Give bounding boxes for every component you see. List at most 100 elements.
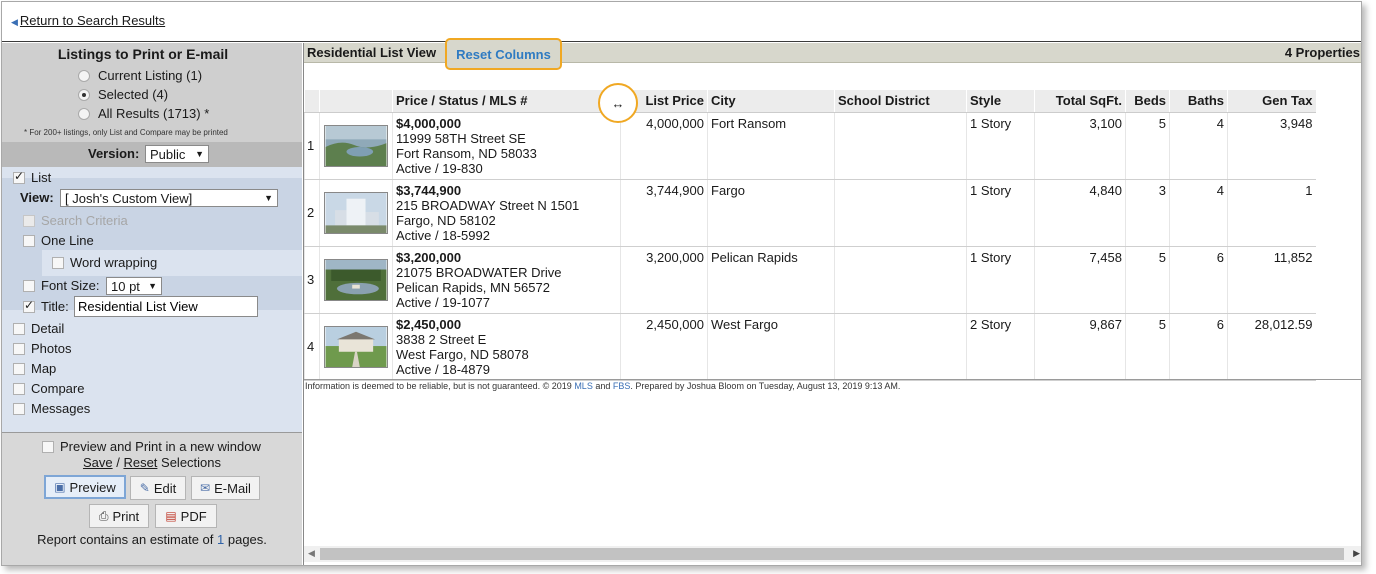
option-detail[interactable]: Detail	[13, 321, 64, 336]
option-one-line[interactable]: One Line	[23, 233, 94, 248]
col-header-photo	[319, 90, 393, 113]
radio-button[interactable]	[78, 107, 90, 120]
option-search-criteria: Search Criteria	[23, 213, 128, 228]
report-options-panel: List View: [ Josh's Custom View]▼ Search…	[2, 167, 302, 432]
title-input[interactable]	[74, 296, 258, 317]
printer-icon: ⎙	[98, 508, 109, 523]
checkbox[interactable]	[13, 402, 25, 415]
pdf-button[interactable]: ▤ PDF	[155, 504, 217, 528]
table-row[interactable]: 3 $3,200,000 21075 BROADWATER Drive Pelica…	[304, 246, 1316, 314]
sqft-cell: 9,867	[1034, 313, 1126, 381]
mls-link[interactable]: MLS	[574, 381, 593, 391]
listing-photo[interactable]	[319, 246, 393, 314]
gen-tax-cell: 11,852	[1227, 246, 1316, 314]
report-title: Residential List View	[307, 45, 437, 60]
return-to-search-link[interactable]: ◀ Return to Search Results	[11, 13, 165, 28]
school-district-cell	[834, 313, 967, 381]
beds-cell: 5	[1125, 112, 1170, 180]
checkbox[interactable]	[23, 279, 35, 292]
radio-current-listing[interactable]: Current Listing (1)	[78, 68, 202, 83]
col-header-style[interactable]: Style	[966, 90, 1035, 113]
col-header-gen-tax[interactable]: Gen Tax	[1227, 90, 1316, 113]
save-selections-link[interactable]: Save	[83, 455, 113, 470]
lakeside-home-photo	[324, 258, 388, 301]
option-map[interactable]: Map	[13, 361, 56, 376]
col-header-school-district[interactable]: School District	[834, 90, 967, 113]
limit-note: * For 200+ listings, only List and Compa…	[24, 128, 228, 137]
school-district-cell	[834, 112, 967, 180]
gen-tax-cell: 28,012.59	[1227, 313, 1316, 381]
baths-cell: 6	[1169, 313, 1228, 381]
checkbox[interactable]	[42, 440, 54, 453]
style-cell: 1 Story	[966, 112, 1035, 180]
table-row[interactable]: 2 $3,744,900 215 BROADWAY Street N 1501 Fa…	[304, 179, 1316, 247]
tower-building-photo	[324, 191, 388, 234]
top-bar: ◀ Return to Search Results	[2, 2, 1361, 42]
list-price-cell: 3,744,900	[620, 179, 708, 247]
dropdown-arrow-icon: ▼	[264, 193, 273, 203]
horizontal-scrollbar[interactable]: ◀ ▶	[304, 546, 1361, 562]
save-reset-line: Save / Reset Selections	[82, 455, 222, 470]
checkbox-disabled	[23, 214, 35, 227]
email-button[interactable]: ✉ E-Mail	[191, 476, 260, 500]
city-cell: Fargo	[707, 179, 835, 247]
price-status-cell: $3,200,000 21075 BROADWATER Drive Pelican …	[392, 246, 621, 314]
lake-view-photo	[324, 124, 388, 167]
checkbox[interactable]	[13, 342, 25, 355]
report-preview: Residential List View 4 Properties Reset…	[303, 38, 1361, 565]
city-cell: Fort Ransom	[707, 112, 835, 180]
version-select[interactable]: Public ▼	[145, 145, 209, 163]
preview-new-window-option[interactable]: Preview and Print in a new window	[42, 439, 261, 454]
option-title[interactable]: Title:	[23, 298, 69, 314]
scroll-left-icon[interactable]: ◀	[308, 548, 315, 559]
option-list[interactable]: List	[13, 169, 51, 185]
fbs-link[interactable]: FBS	[613, 381, 631, 391]
checkbox[interactable]	[13, 382, 25, 395]
option-messages[interactable]: Messages	[13, 401, 90, 416]
reset-selections-link[interactable]: Reset	[123, 455, 157, 470]
gen-tax-cell: 1	[1227, 179, 1316, 247]
listing-photo[interactable]	[319, 179, 393, 247]
reset-columns-button[interactable]: Reset Columns	[445, 38, 562, 70]
page-estimate: Report contains an estimate of 1 pages.	[37, 532, 267, 547]
checkbox[interactable]	[23, 234, 35, 247]
table-row[interactable]: 1 $4,000,000 11999 58TH Street SE Fort Ran…	[304, 112, 1316, 180]
version-row: Version: Public ▼	[2, 142, 302, 167]
radio-selected[interactable]: Selected (4)	[78, 87, 168, 102]
school-district-cell	[834, 246, 967, 314]
row-number: 4	[304, 313, 320, 381]
checkbox[interactable]	[13, 362, 25, 375]
checkbox[interactable]	[13, 322, 25, 335]
view-select[interactable]: [ Josh's Custom View] ▼	[60, 189, 278, 207]
listing-photo[interactable]	[319, 112, 393, 180]
sqft-cell: 4,840	[1034, 179, 1126, 247]
scroll-right-icon[interactable]: ▶	[1353, 548, 1360, 559]
print-window: ◀ Return to Search Results Listings to Pr…	[1, 1, 1362, 566]
list-price-cell: 3,200,000	[620, 246, 708, 314]
option-word-wrapping[interactable]: Word wrapping	[52, 255, 157, 270]
option-font-size[interactable]: Font Size:	[23, 278, 100, 293]
preview-button[interactable]: ▣ Preview	[44, 475, 126, 499]
scrollbar-thumb[interactable]	[320, 548, 1344, 560]
option-compare[interactable]: Compare	[13, 381, 84, 396]
print-button[interactable]: ⎙ Print	[89, 504, 149, 528]
checkbox-checked[interactable]	[23, 298, 35, 313]
checkbox-checked[interactable]	[13, 169, 25, 184]
col-header-city[interactable]: City	[707, 90, 835, 113]
edit-button[interactable]: ✎ Edit	[130, 476, 186, 500]
radio-button[interactable]	[78, 69, 90, 82]
sidebar-title: Listings to Print or E-mail	[57, 46, 229, 62]
checkbox[interactable]	[52, 256, 64, 269]
column-resize-handle[interactable]: ↔	[598, 83, 638, 123]
table-row[interactable]: 4 $2,450,000 3838 2 Street E West Fargo, N…	[304, 313, 1316, 381]
listing-photo[interactable]	[319, 313, 393, 381]
font-size-select[interactable]: 10 pt ▼	[106, 277, 162, 295]
radio-all-results[interactable]: All Results (1713) *	[78, 106, 209, 121]
col-header-price-status[interactable]: Price / Status / MLS #	[392, 90, 621, 113]
col-header-baths[interactable]: Baths	[1169, 90, 1228, 113]
option-photos[interactable]: Photos	[13, 341, 71, 356]
baths-cell: 4	[1169, 112, 1228, 180]
col-header-total-sqft[interactable]: Total SqFt.	[1034, 90, 1126, 113]
radio-button-selected[interactable]	[78, 88, 90, 101]
col-header-beds[interactable]: Beds	[1125, 90, 1170, 113]
